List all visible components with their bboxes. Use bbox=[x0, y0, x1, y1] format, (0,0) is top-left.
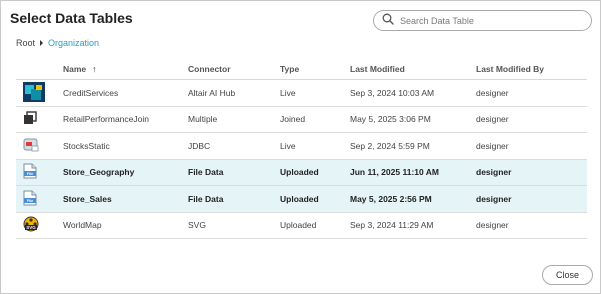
row-last-modified: Sep 3, 2024 10:03 AM bbox=[350, 87, 435, 98]
row-connector: Altair AI Hub bbox=[188, 87, 236, 98]
table-row[interactable]: RetailPerformanceJoin Multiple Joined Ma… bbox=[16, 107, 587, 133]
row-last-modified-by: designer bbox=[476, 114, 509, 125]
row-type: Uploaded bbox=[280, 167, 319, 178]
altair-data-icon bbox=[23, 81, 45, 104]
breadcrumb-current[interactable]: Organization bbox=[48, 38, 99, 48]
file-icon: File bbox=[23, 163, 37, 181]
row-last-modified: Jun 11, 2025 11:10 AM bbox=[350, 167, 439, 178]
last-modified-by-column-header[interactable]: Last Modified By bbox=[476, 64, 587, 74]
table-row[interactable]: SVG WorldMap SVG Uploaded Sep 3, 2024 11… bbox=[16, 213, 587, 239]
type-column-header[interactable]: Type bbox=[280, 64, 350, 74]
svg-icon-label: SVG bbox=[26, 225, 36, 230]
row-type: Live bbox=[280, 87, 296, 98]
row-last-modified-by: designer bbox=[476, 220, 509, 231]
table-row[interactable]: StocksStatic JDBC Live Sep 2, 2024 5:59 … bbox=[16, 133, 587, 160]
name-header-label: Name bbox=[63, 63, 87, 74]
table-row[interactable]: CreditServices Altair AI Hub Live Sep 3,… bbox=[16, 80, 587, 107]
row-last-modified: May 5, 2025 3:06 PM bbox=[350, 114, 431, 125]
row-type: Live bbox=[280, 140, 296, 151]
row-last-modified-by: designer bbox=[476, 87, 509, 98]
svg-file-icon: SVG bbox=[23, 216, 39, 234]
close-button[interactable]: Close bbox=[542, 265, 593, 285]
row-last-modified: May 5, 2025 2:56 PM bbox=[350, 193, 432, 204]
row-connector: JDBC bbox=[188, 140, 211, 151]
row-last-modified-by: designer bbox=[476, 167, 512, 178]
row-last-modified-by: designer bbox=[476, 193, 512, 204]
search-box[interactable] bbox=[373, 10, 592, 31]
search-input[interactable] bbox=[400, 15, 580, 26]
row-name: Store_Sales bbox=[63, 193, 112, 204]
row-connector: Multiple bbox=[188, 114, 218, 125]
breadcrumb-separator-icon bbox=[40, 40, 44, 46]
file-icon-label: File bbox=[27, 199, 33, 203]
row-connector: File Data bbox=[188, 167, 224, 178]
search-icon bbox=[382, 12, 394, 30]
breadcrumb-root[interactable]: Root bbox=[16, 38, 35, 48]
file-icon: File bbox=[23, 190, 37, 208]
row-last-modified: Sep 3, 2024 11:29 AM bbox=[350, 220, 434, 231]
row-name: RetailPerformanceJoin bbox=[63, 114, 149, 125]
breadcrumb: Root Organization bbox=[16, 38, 99, 48]
join-icon bbox=[23, 111, 37, 127]
table-row[interactable]: File Store_Sales File Data Uploaded May … bbox=[16, 186, 587, 213]
dialog-title: Select Data Tables bbox=[10, 10, 133, 26]
select-data-tables-dialog: Select Data Tables Root Organization Nam… bbox=[0, 0, 601, 294]
row-type: Joined bbox=[280, 114, 306, 125]
row-connector: SVG bbox=[188, 220, 206, 231]
row-name: StocksStatic bbox=[63, 140, 110, 151]
data-tables-table: Name ↑ Connector Type Last Modified Last… bbox=[16, 58, 587, 239]
row-type: Uploaded bbox=[280, 220, 317, 231]
row-name: Store_Geography bbox=[63, 167, 135, 178]
row-last-modified-by: designer bbox=[476, 140, 509, 151]
jdbc-icon bbox=[23, 138, 39, 154]
file-icon-label: File bbox=[27, 172, 33, 176]
row-name: WorldMap bbox=[63, 220, 102, 231]
table-body: CreditServices Altair AI Hub Live Sep 3,… bbox=[16, 80, 587, 239]
sort-ascending-icon[interactable]: ↑ bbox=[92, 64, 97, 74]
row-last-modified: Sep 2, 2024 5:59 PM bbox=[350, 140, 430, 151]
row-type: Uploaded bbox=[280, 193, 319, 204]
name-column-header[interactable]: Name ↑ bbox=[63, 64, 188, 74]
row-name: CreditServices bbox=[63, 87, 119, 98]
connector-column-header[interactable]: Connector bbox=[188, 64, 280, 74]
row-connector: File Data bbox=[188, 193, 224, 204]
table-header: Name ↑ Connector Type Last Modified Last… bbox=[16, 58, 587, 80]
last-modified-column-header[interactable]: Last Modified bbox=[350, 64, 476, 74]
table-row[interactable]: File Store_Geography File Data Uploaded … bbox=[16, 159, 587, 186]
